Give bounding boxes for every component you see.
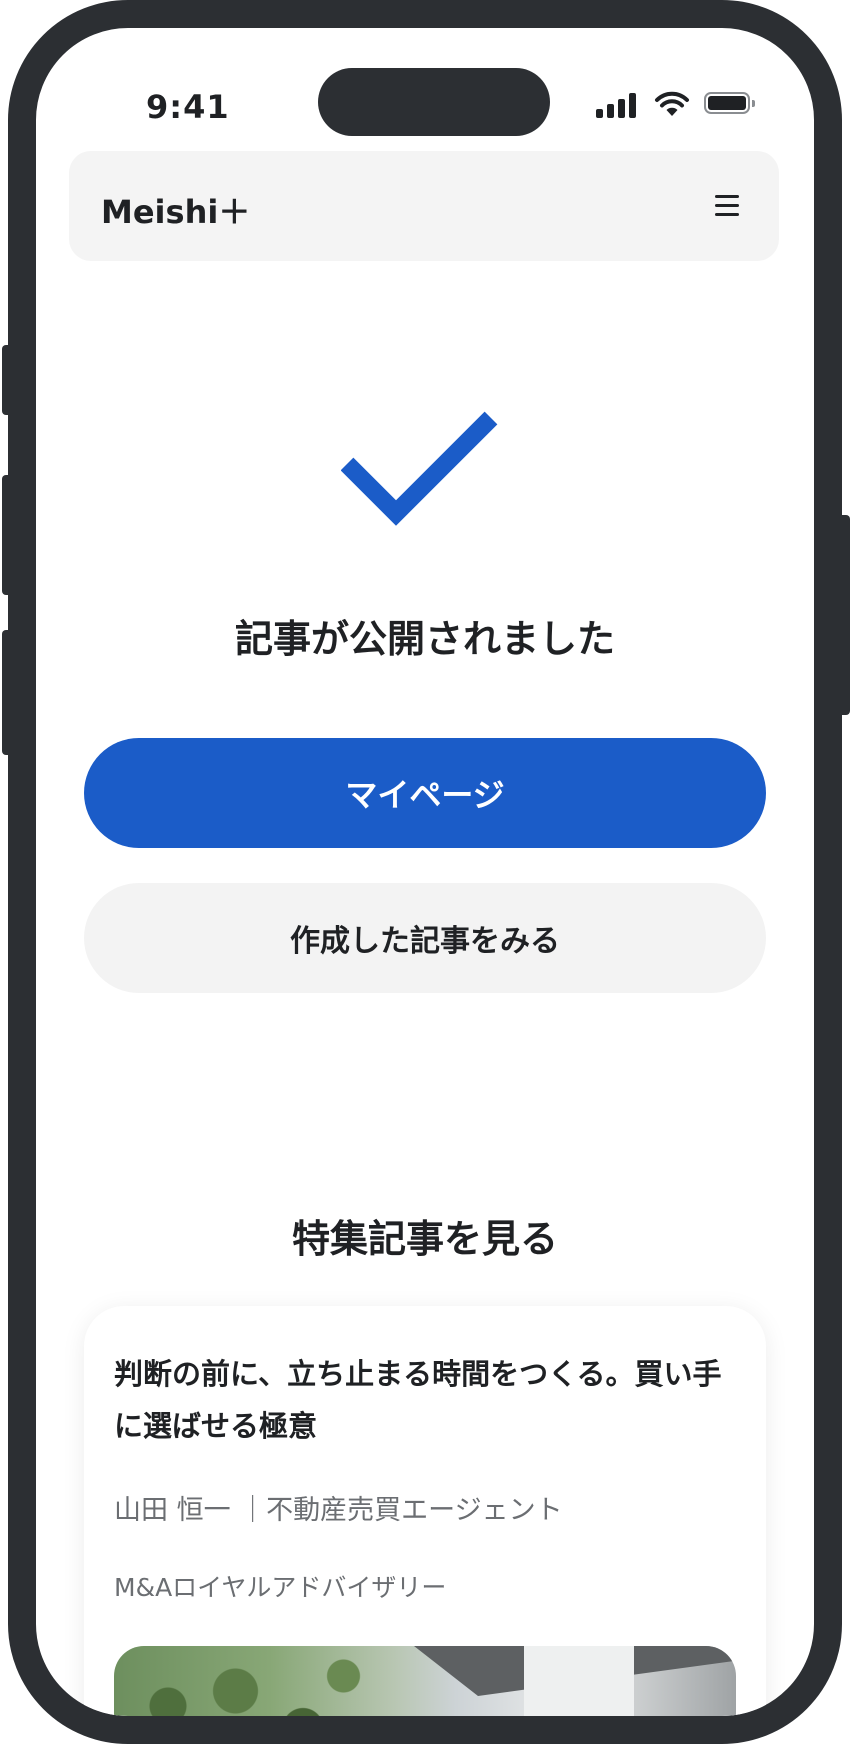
- app-header: Meishi＋: [69, 151, 779, 261]
- article-title[interactable]: 判断の前に、立ち止まる時間をつくる。買い手に選ばせる極意: [114, 1348, 734, 1452]
- status-time: 9:41: [146, 88, 230, 126]
- article-author: 山田 恒一 ｜不動産売買エージェント: [114, 1495, 563, 1526]
- app-logo[interactable]: Meishi＋: [101, 187, 250, 233]
- checkmark-icon: [341, 411, 498, 526]
- dynamic-island: [318, 68, 550, 136]
- hamburger-menu-icon[interactable]: [709, 189, 745, 223]
- article-company: M&Aロイヤルアドバイザリー: [114, 1573, 447, 1602]
- featured-section-title: 特集記事を見る: [291, 1217, 558, 1261]
- featured-article-card[interactable]: 判断の前に、立ち止まる時間をつくる。買い手に選ばせる極意 山田 恒一 ｜不動産売…: [84, 1306, 766, 1716]
- phone-frame: 9:41 Meishi＋ 記事が公開されました マイページ 作成した記事をみる …: [8, 0, 842, 1744]
- screen: 9:41 Meishi＋ 記事が公開されました マイページ 作成した記事をみる …: [36, 28, 814, 1716]
- device-canvas: 9:41 Meishi＋ 記事が公開されました マイページ 作成した記事をみる …: [0, 0, 851, 1746]
- view-created-article-button[interactable]: 作成した記事をみる: [84, 883, 766, 993]
- tree-foliage: [114, 1646, 384, 1716]
- cellular-signal-icon: [596, 92, 640, 118]
- article-thumbnail-image[interactable]: [114, 1646, 736, 1716]
- wall-pillar: [524, 1646, 634, 1716]
- status-icons: [596, 90, 756, 120]
- success-title: 記事が公開されました: [234, 617, 615, 661]
- mypage-button[interactable]: マイページ: [84, 738, 766, 848]
- wifi-icon: [655, 91, 689, 116]
- battery-icon: [704, 92, 755, 114]
